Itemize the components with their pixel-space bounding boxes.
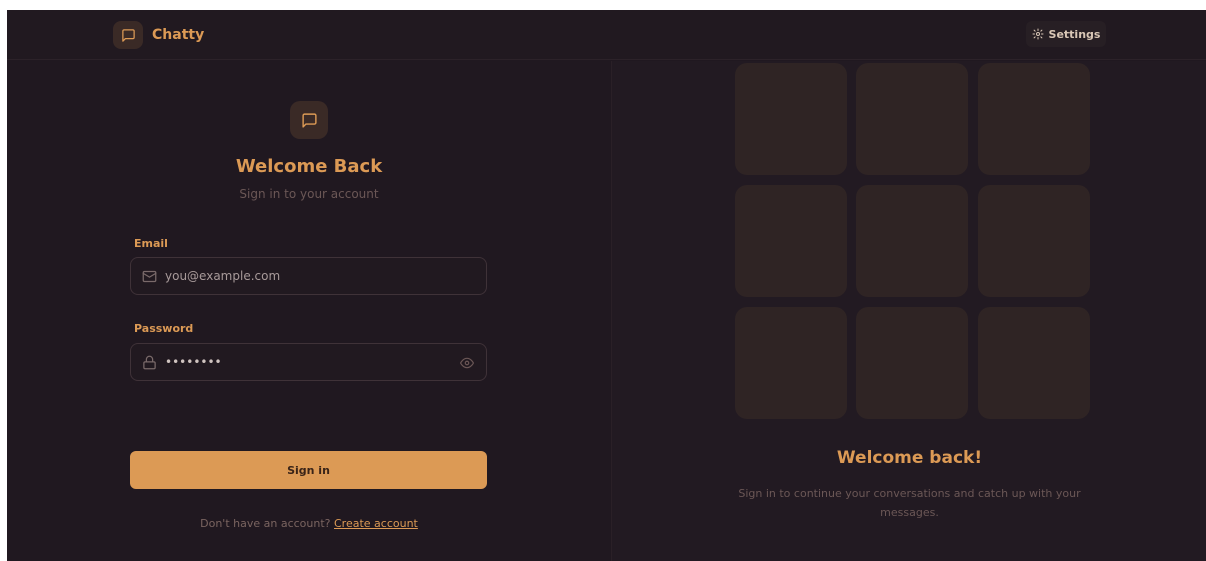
pattern-tile xyxy=(735,307,847,419)
pattern-tile xyxy=(978,185,1090,297)
password-value: •••••••• xyxy=(165,355,222,369)
page-title: Welcome Back xyxy=(235,156,383,177)
message-square-icon xyxy=(121,28,135,42)
sign-in-button[interactable]: Sign in xyxy=(130,451,487,489)
email-field[interactable]: you@example.com xyxy=(130,257,487,295)
pattern-tile xyxy=(856,63,968,175)
promo-title: Welcome back! xyxy=(836,448,983,468)
mail-icon xyxy=(142,270,157,282)
login-panel: Welcome Back Sign in to your account Ema… xyxy=(7,61,611,561)
email-placeholder: you@example.com xyxy=(165,269,281,283)
settings-label: Settings xyxy=(1048,27,1101,41)
password-label: Password xyxy=(134,322,194,335)
signup-prompt-line: Don't have an account? Create account xyxy=(7,517,611,530)
settings-button[interactable]: Settings xyxy=(1026,21,1106,47)
logo-box xyxy=(113,21,143,49)
hero-logo xyxy=(290,101,328,139)
pattern-tile xyxy=(978,307,1090,419)
message-square-icon xyxy=(301,112,317,128)
app-window: Chatty Settings Welcome Back Sign in to … xyxy=(7,10,1206,561)
pattern-tile xyxy=(978,63,1090,175)
password-field[interactable]: •••••••• xyxy=(130,343,487,381)
signup-prompt: Don't have an account? xyxy=(200,517,331,530)
pattern-tile xyxy=(856,307,968,419)
pattern-tile xyxy=(735,63,847,175)
brand-link[interactable]: Chatty xyxy=(113,21,204,49)
promo-panel: Welcome back! Sign in to continue your c… xyxy=(611,61,1206,561)
lock-icon xyxy=(143,355,156,369)
app-name: Chatty xyxy=(152,27,205,43)
pattern-tile xyxy=(735,185,847,297)
create-account-link[interactable]: Create account xyxy=(334,517,418,530)
eye-icon[interactable] xyxy=(460,356,474,370)
navbar: Chatty Settings xyxy=(7,10,1206,60)
settings-gear-icon xyxy=(1032,28,1044,40)
page-subtitle: Sign in to your account xyxy=(239,187,379,201)
pattern-tile xyxy=(856,185,968,297)
promo-subtitle: Sign in to continue your conversations a… xyxy=(738,487,1081,519)
email-label: Email xyxy=(134,237,168,250)
